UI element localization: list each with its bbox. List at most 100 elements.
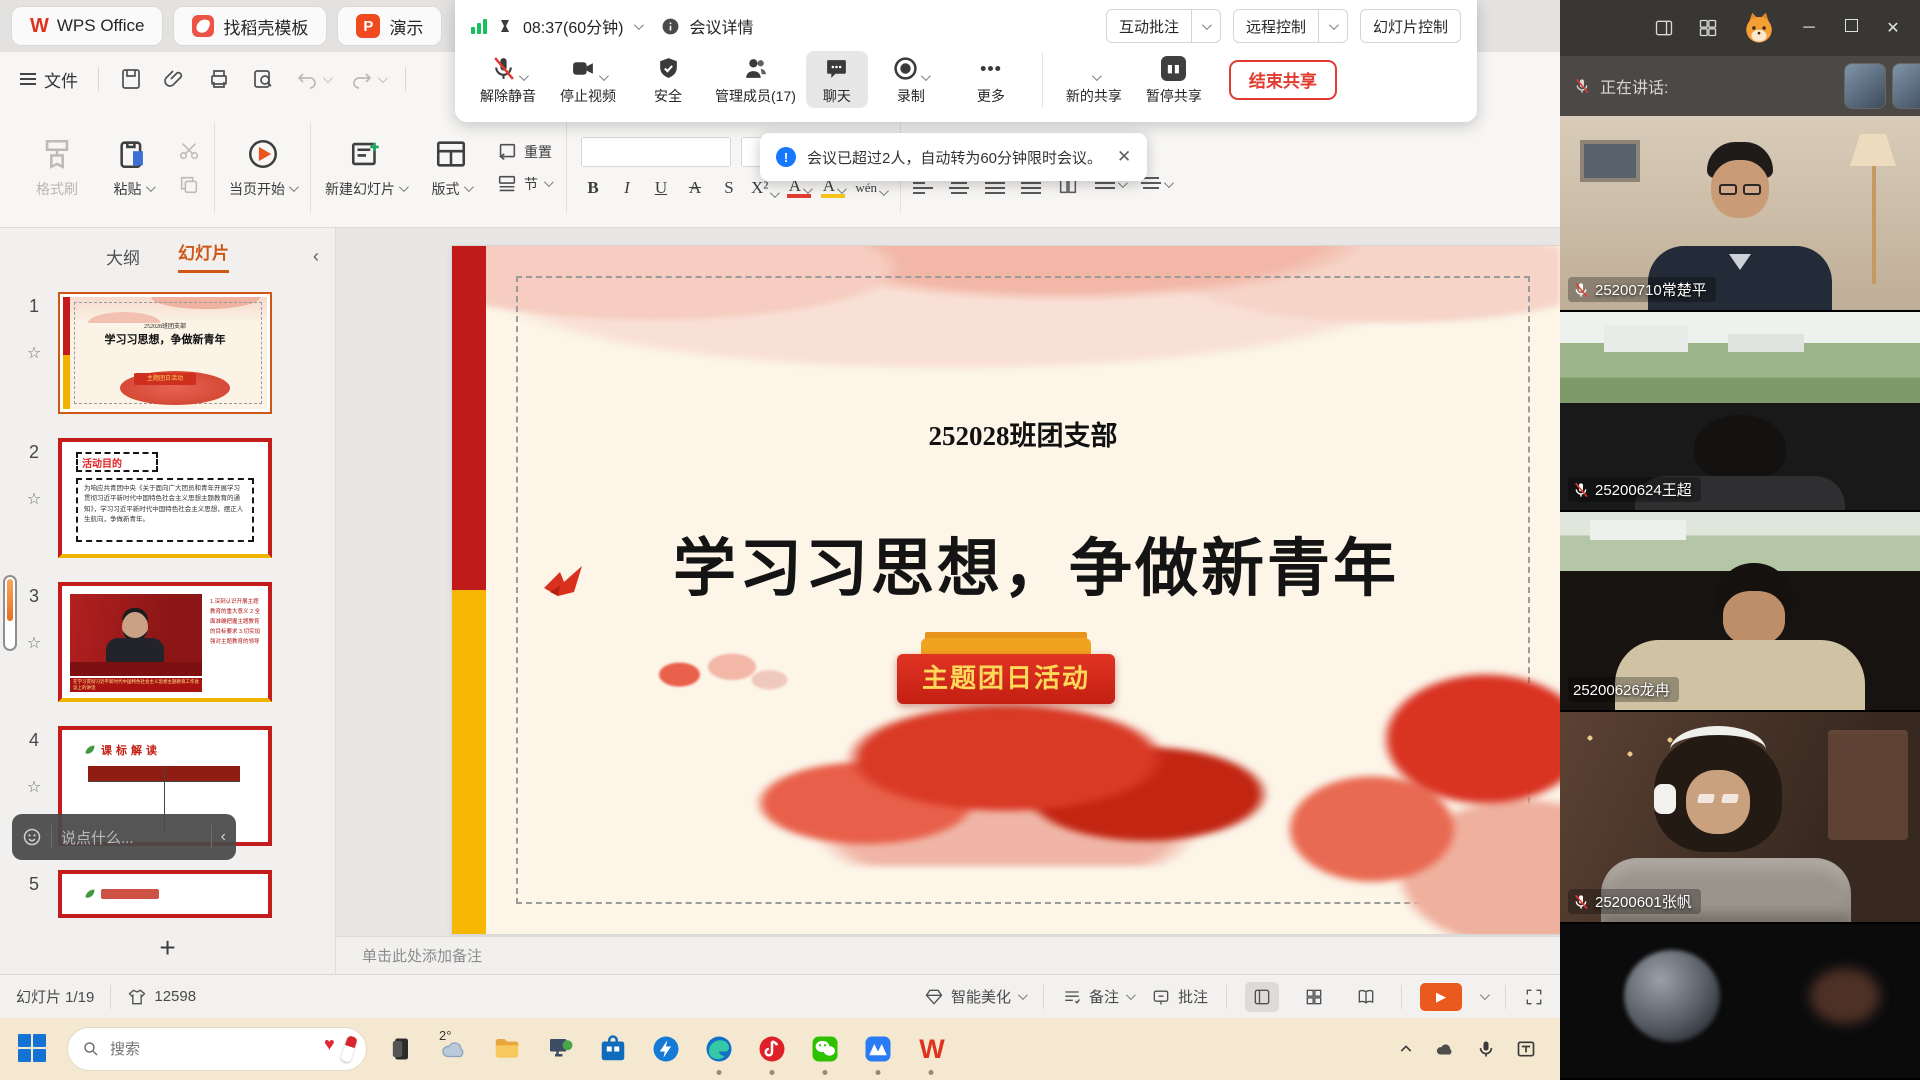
start-button[interactable] xyxy=(14,1030,52,1068)
participant-video-tile[interactable]: 25200710常楚平 xyxy=(1560,116,1920,312)
paste-button[interactable]: 粘贴 xyxy=(102,137,164,199)
tab-docer-templates[interactable]: 找稻壳模板 xyxy=(174,7,326,45)
participant-video-tile[interactable]: 25200626龙冉 xyxy=(1560,512,1920,712)
layout-button[interactable]: 版式 xyxy=(420,137,482,199)
format-painter-button[interactable]: 格式刷 xyxy=(26,137,88,199)
add-slide-button[interactable]: + xyxy=(159,934,175,962)
meeting-timer[interactable]: 08:37(60分钟) xyxy=(523,14,624,38)
collapse-panel-icon[interactable]: ‹ xyxy=(313,246,319,267)
slideshow-button[interactable]: ▶ xyxy=(1420,983,1462,1011)
save-icon[interactable] xyxy=(119,67,143,91)
reset-button[interactable]: 重置 xyxy=(496,141,552,163)
close-button[interactable]: ✕ xyxy=(1884,18,1902,38)
stop-video-button[interactable]: 停止视频 xyxy=(551,51,625,108)
underline-button[interactable]: U xyxy=(649,178,673,198)
undo-button[interactable] xyxy=(295,67,330,91)
slide-control-button[interactable]: 幻灯片控制 xyxy=(1360,9,1461,43)
notes-bar[interactable]: 单击此处添加备注 xyxy=(336,936,1560,974)
slide-thumbnail[interactable]: 活动目的 为响应共青团中央《关于面向广大团员和青年开展学习贯彻习近平新时代中国特… xyxy=(58,438,272,558)
tab-presentation[interactable]: P 演示 xyxy=(338,7,441,45)
onedrive-cloud-icon[interactable] xyxy=(1434,1038,1456,1060)
notes-button[interactable]: 备注 xyxy=(1062,986,1133,1007)
tab-outline[interactable]: 大纲 xyxy=(106,244,140,269)
device-manager-icon[interactable] xyxy=(541,1030,579,1068)
slide-thumbnail[interactable] xyxy=(58,870,272,918)
collapse-bubble-icon[interactable]: ‹ xyxy=(221,828,226,846)
reading-view-button[interactable] xyxy=(1349,982,1383,1012)
text-shadow-button[interactable]: S xyxy=(717,178,741,198)
new-slide-button[interactable]: 新建幻灯片 xyxy=(325,137,406,199)
chat-input-placeholder[interactable]: 说点什么... xyxy=(61,827,202,848)
phone-link-icon[interactable] xyxy=(382,1030,420,1068)
slide-canvas[interactable]: 252028班团支部 学习习思想，争做新青年 主题团日活动 xyxy=(452,246,1560,934)
slide-thumbnail[interactable]: 在学习贯彻习近平新时代中国特色社会主义思想主题教育工作会议上的讲话 1.深刻认识… xyxy=(58,582,272,702)
star-icon[interactable]: ☆ xyxy=(27,633,41,653)
slide-thumbnail-selected[interactable]: 252028班团支部 学习习思想，争做新青年 主题团日活动 xyxy=(58,292,272,414)
thumbnail-scrollbar[interactable] xyxy=(3,575,17,651)
close-icon[interactable]: ✕ xyxy=(1117,147,1131,167)
blue-m-app-icon[interactable] xyxy=(859,1030,897,1068)
file-menu[interactable]: 文件 xyxy=(20,67,78,92)
maximize-button[interactable] xyxy=(1842,19,1860,37)
redo-button[interactable] xyxy=(350,67,385,91)
participant-video-tile[interactable]: 25200601张帆 xyxy=(1560,712,1920,924)
smiley-icon[interactable] xyxy=(22,827,42,847)
netease-music-icon[interactable] xyxy=(753,1030,791,1068)
bold-button[interactable]: B xyxy=(581,178,605,198)
file-explorer-icon[interactable] xyxy=(488,1030,526,1068)
participant-video-tile[interactable]: 25200624王超 xyxy=(1560,312,1920,512)
copy-icon[interactable] xyxy=(178,174,200,196)
print-preview-icon[interactable] xyxy=(251,67,275,91)
security-button[interactable]: 安全 xyxy=(631,51,705,108)
clip-icon[interactable] xyxy=(163,67,187,91)
chevron-down-icon[interactable] xyxy=(633,20,643,30)
wps-app-icon[interactable]: W xyxy=(912,1030,950,1068)
microsoft-store-icon[interactable] xyxy=(594,1030,632,1068)
meeting-details-link[interactable]: 会议详情 xyxy=(690,14,754,38)
tab-slides[interactable]: 幻灯片 xyxy=(178,239,229,273)
font-family-select[interactable] xyxy=(581,137,731,167)
minimize-button[interactable]: ─ xyxy=(1800,19,1818,37)
avatar-fox[interactable] xyxy=(1742,11,1776,45)
slide-sorter-view-button[interactable] xyxy=(1297,982,1331,1012)
pinyin-button[interactable]: wén xyxy=(855,180,886,196)
normal-view-button[interactable] xyxy=(1245,982,1279,1012)
docer-skin-button[interactable]: 12598 xyxy=(127,987,196,1007)
tray-mic-icon[interactable] xyxy=(1476,1039,1496,1059)
new-share-button[interactable]: 新的共享 xyxy=(1057,51,1131,108)
star-icon[interactable]: ☆ xyxy=(27,343,41,363)
lightning-app-icon[interactable] xyxy=(647,1030,685,1068)
layout-grid-icon[interactable] xyxy=(1698,18,1718,38)
edge-browser-icon[interactable] xyxy=(700,1030,738,1068)
remote-control-button[interactable]: 远程控制 xyxy=(1233,9,1348,43)
italic-button[interactable]: I xyxy=(615,178,639,198)
speaker-mini-thumbnails[interactable] xyxy=(1844,63,1920,109)
section-button[interactable]: 节 xyxy=(496,173,552,195)
weather-icon[interactable]: 2° xyxy=(435,1030,473,1068)
print-icon[interactable] xyxy=(207,67,231,91)
chevron-down-icon[interactable] xyxy=(1480,990,1490,1000)
fullscreen-icon[interactable] xyxy=(1524,987,1544,1007)
paragraph-settings-button[interactable] xyxy=(1141,177,1171,193)
panel-toggle-icon[interactable] xyxy=(1654,18,1674,38)
wechat-icon[interactable] xyxy=(806,1030,844,1068)
star-icon[interactable]: ☆ xyxy=(27,489,41,509)
pause-share-button[interactable]: ▮▮ 暂停共享 xyxy=(1137,51,1211,108)
unmute-button[interactable]: 解除静音 xyxy=(471,51,545,108)
hidden-icons-chevron[interactable] xyxy=(1398,1041,1414,1057)
chat-quick-bubble[interactable]: 说点什么... ‹ xyxy=(12,814,236,860)
search-input[interactable] xyxy=(110,1041,314,1058)
comments-button[interactable]: 批注 xyxy=(1151,986,1208,1007)
record-button[interactable]: 录制 xyxy=(874,51,948,108)
manage-members-button[interactable]: 管理成员(17) xyxy=(711,51,800,108)
cut-icon[interactable] xyxy=(178,140,200,162)
chat-button[interactable]: 聊天 xyxy=(806,51,868,108)
play-from-current-button[interactable]: 当页开始 xyxy=(229,137,296,199)
annotate-button[interactable]: 互动批注 xyxy=(1106,9,1221,43)
end-share-button[interactable]: 结束共享 xyxy=(1229,60,1337,100)
strikethrough-button[interactable]: A xyxy=(683,178,707,198)
taskbar-search[interactable]: ♥ xyxy=(67,1027,367,1071)
input-method-icon[interactable] xyxy=(1516,1039,1536,1059)
more-button[interactable]: 更多 xyxy=(954,51,1028,108)
participant-video-tile[interactable] xyxy=(1560,924,1920,1080)
